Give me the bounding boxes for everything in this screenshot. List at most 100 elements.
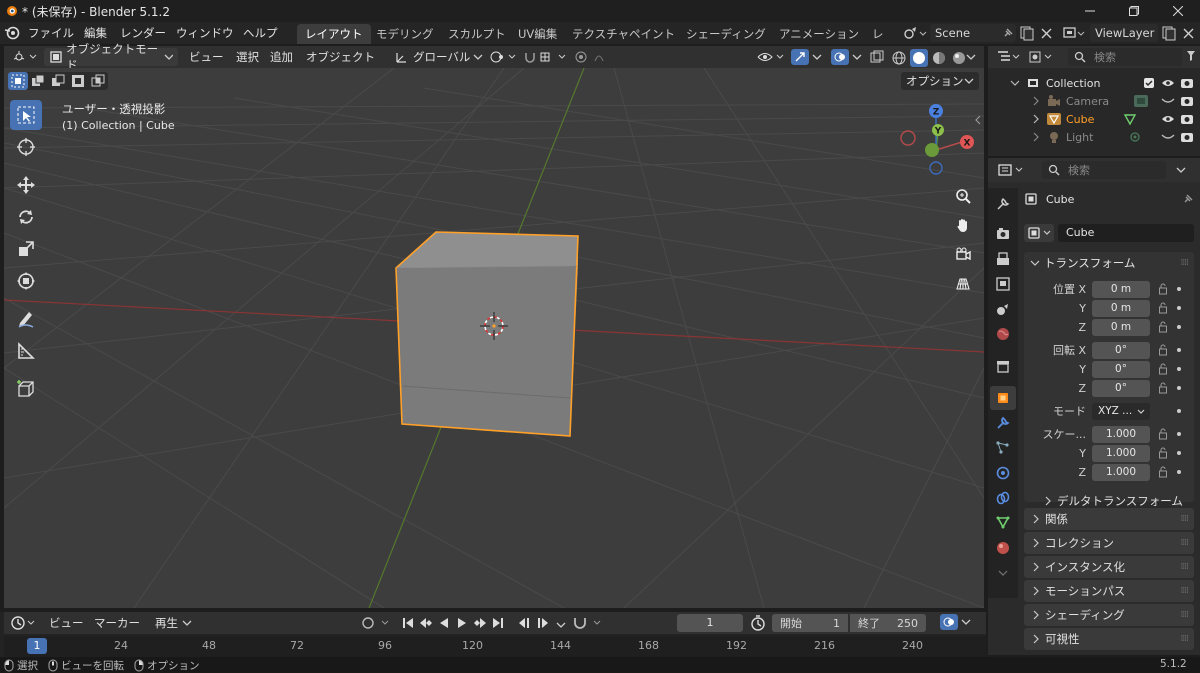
view-layer-tab-icon[interactable] xyxy=(990,272,1016,296)
keyframe-dot-icon[interactable] xyxy=(1176,408,1182,414)
next-keyframe-icon[interactable] xyxy=(535,615,551,631)
tab-texture-paint[interactable]: テクスチャペイント xyxy=(564,24,683,44)
viewport-menu-view[interactable]: ビュー xyxy=(184,48,229,66)
navigation-gizmo[interactable]: Y X Z xyxy=(900,102,976,178)
properties-search-input[interactable]: 検索 xyxy=(1042,161,1166,179)
rotate-tool-icon[interactable] xyxy=(10,202,42,232)
rotation-x-field[interactable]: 0° xyxy=(1092,341,1150,359)
playback-dropdown[interactable]: 再生 xyxy=(150,614,197,632)
constraints-tab-icon[interactable] xyxy=(990,486,1016,510)
lock-icon[interactable] xyxy=(1158,283,1168,295)
frame-ruler[interactable]: 1 24 48 72 96 120 144 168 192 216 240 xyxy=(4,636,986,657)
keyframe-dot-icon[interactable] xyxy=(1176,469,1182,475)
scale-x-field[interactable]: 1.000 xyxy=(1092,425,1150,443)
blender-menu-icon[interactable] xyxy=(4,25,20,41)
tab-animation[interactable]: アニメーション xyxy=(771,24,867,44)
mode-dropdown[interactable]: オブジェクトモード xyxy=(44,42,178,72)
solid-shading-icon[interactable] xyxy=(910,49,928,67)
tool-tab-icon[interactable] xyxy=(990,192,1016,216)
viewport-menu-add[interactable]: 追加 xyxy=(265,48,298,66)
material-shading-icon[interactable] xyxy=(930,49,948,67)
object-browse-button[interactable] xyxy=(1024,224,1054,242)
remove-scene-icon[interactable] xyxy=(1040,25,1054,41)
select-subtract-icon[interactable] xyxy=(48,72,68,90)
editor-type-button[interactable] xyxy=(8,48,44,66)
object-name-field[interactable]: Cube xyxy=(1058,224,1194,242)
playhead[interactable]: 1 xyxy=(27,638,47,654)
lock-icon[interactable] xyxy=(1158,321,1168,333)
gizmo-toggle[interactable] xyxy=(786,48,827,66)
timeline-overlay-toggle[interactable] xyxy=(940,614,971,630)
outliner-row-light[interactable]: Light xyxy=(988,128,1200,146)
filter-icon[interactable] xyxy=(1186,50,1196,62)
orientation-dropdown[interactable]: グローバル xyxy=(389,48,488,66)
drag-handle-icon[interactable]: ⁞⁞⁞⁞ xyxy=(1181,562,1190,572)
keyframe-dot-icon[interactable] xyxy=(1176,324,1182,330)
location-x-field[interactable]: 0 m xyxy=(1092,280,1150,298)
tab-modeling[interactable]: モデリング xyxy=(368,24,442,44)
jump-to-keyframe-back-icon[interactable] xyxy=(418,615,434,631)
viewport-menu-object[interactable]: オブジェクト xyxy=(301,48,380,66)
select-extend-icon[interactable] xyxy=(28,72,48,90)
modifier-tab-icon[interactable] xyxy=(990,411,1016,435)
tab-uv-editing[interactable]: UV編集 xyxy=(510,24,565,44)
current-frame-field[interactable]: 1 xyxy=(677,614,743,632)
drag-handle-icon[interactable]: ⁞⁞⁞⁞ xyxy=(1181,538,1190,548)
play-reverse-icon[interactable] xyxy=(436,615,452,631)
rotation-z-field[interactable]: 0° xyxy=(1092,379,1150,397)
drag-handle-icon[interactable]: ⁞⁞⁞⁞ xyxy=(1181,258,1190,268)
add-cube-tool-icon[interactable] xyxy=(10,374,42,404)
jump-to-keyframe-forward-icon[interactable] xyxy=(472,615,488,631)
frame-start-field[interactable]: 開始 1 xyxy=(772,614,848,632)
annotate-tool-icon[interactable] xyxy=(10,304,42,334)
zoom-icon[interactable] xyxy=(950,183,976,209)
menu-edit[interactable]: 編集 xyxy=(78,25,113,41)
drag-handle-icon[interactable]: ⁞⁞⁞⁞ xyxy=(1181,610,1190,620)
scene-tab-icon[interactable] xyxy=(990,297,1016,321)
proportional-edit-toggle[interactable] xyxy=(570,48,624,66)
location-y-field[interactable]: 0 m xyxy=(1092,299,1150,317)
overlays-toggle[interactable] xyxy=(826,48,867,66)
pan-hand-icon[interactable] xyxy=(950,212,976,238)
object-tab-icon[interactable] xyxy=(990,386,1016,410)
lock-icon[interactable] xyxy=(1158,428,1168,440)
keyframe-dot-icon[interactable] xyxy=(1176,385,1182,391)
select-new-icon[interactable] xyxy=(8,72,28,90)
outliner-editor-type-icon[interactable] xyxy=(996,49,1022,65)
frame-end-field[interactable]: 終了 250 xyxy=(850,614,926,632)
lock-icon[interactable] xyxy=(1158,447,1168,459)
keyframe-dot-icon[interactable] xyxy=(1176,450,1182,456)
shading-panel[interactable]: シェーディング ⁞⁞⁞⁞ xyxy=(1024,604,1194,626)
scale-tool-icon[interactable] xyxy=(10,234,42,264)
data-tab-icon[interactable] xyxy=(990,511,1016,535)
delta-transform-header[interactable]: デルタトランスフォーム xyxy=(1024,493,1194,509)
new-scene-icon[interactable] xyxy=(1019,25,1035,41)
view-layer-field[interactable]: ViewLayer xyxy=(1090,24,1158,42)
menu-window[interactable]: ウィンドウ xyxy=(170,25,240,41)
xray-toggle-icon[interactable] xyxy=(870,50,884,64)
outliner-row-cube[interactable]: Cube xyxy=(988,110,1200,128)
timeline-editor-type-icon[interactable] xyxy=(10,615,38,631)
drag-handle-icon[interactable]: ⁞⁞⁞⁞ xyxy=(1181,586,1190,596)
jump-to-end-icon[interactable] xyxy=(490,615,506,631)
cursor-tool-icon[interactable] xyxy=(10,132,42,162)
rotation-mode-dropdown[interactable]: XYZ ... xyxy=(1092,402,1150,420)
outliner-row-camera[interactable]: Camera xyxy=(988,92,1200,110)
move-tool-icon[interactable] xyxy=(10,170,42,200)
keyframe-dot-icon[interactable] xyxy=(1176,347,1182,353)
scale-y-field[interactable]: 1.000 xyxy=(1092,444,1150,462)
rotation-y-field[interactable]: 0° xyxy=(1092,360,1150,378)
maximize-button[interactable] xyxy=(1112,0,1156,22)
lock-icon[interactable] xyxy=(1158,382,1168,394)
menu-render[interactable]: レンダー xyxy=(114,25,172,41)
new-view-layer-icon[interactable] xyxy=(1161,25,1177,41)
visibility-panel[interactable]: 可視性 ⁞⁞⁞⁞ xyxy=(1024,628,1194,650)
select-box-tool-icon[interactable] xyxy=(10,100,42,130)
snap-toggle[interactable] xyxy=(518,48,574,66)
location-z-field[interactable]: 0 m xyxy=(1092,318,1150,336)
tab-shading[interactable]: シェーディング xyxy=(678,24,774,44)
jump-to-start-icon[interactable] xyxy=(400,615,416,631)
keyframe-dot-icon[interactable] xyxy=(1176,431,1182,437)
select-invert-icon[interactable] xyxy=(68,72,88,90)
lock-icon[interactable] xyxy=(1158,466,1168,478)
